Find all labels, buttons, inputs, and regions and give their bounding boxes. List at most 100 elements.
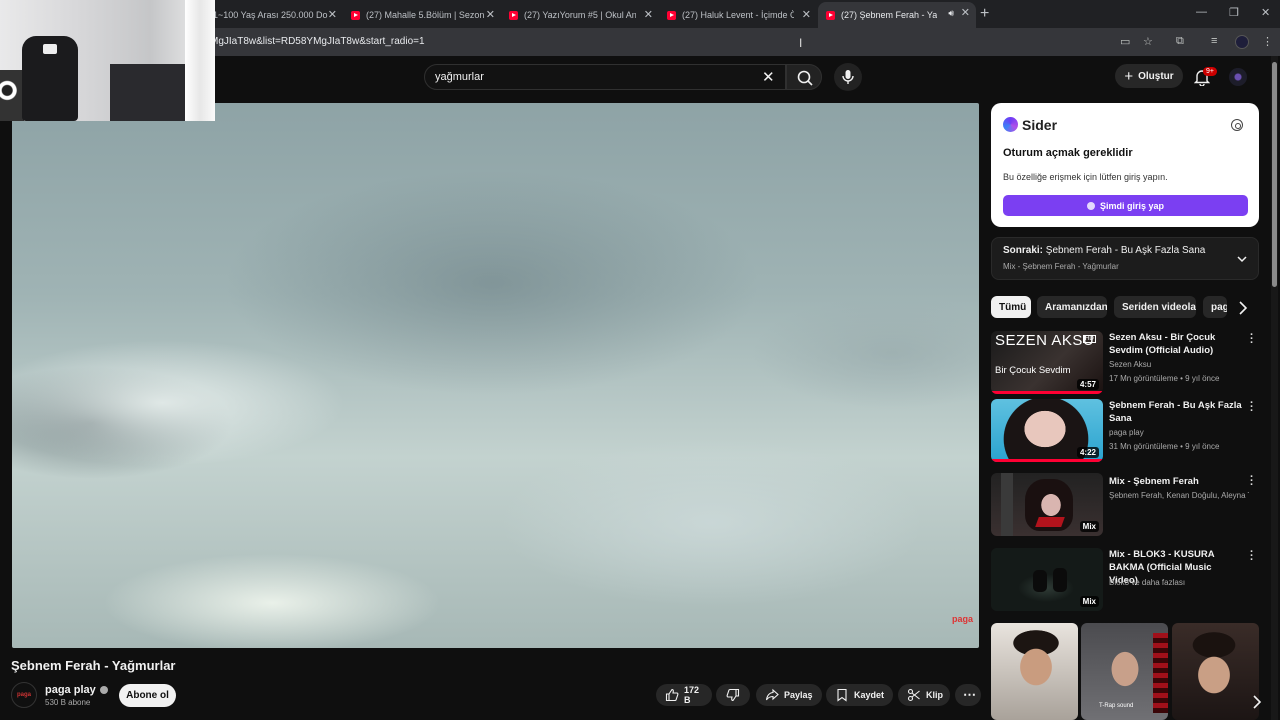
recommendation-item[interactable]: 4:22 Şebnem Ferah - Bu Aşk Fazla Sana pa…	[991, 398, 1259, 465]
tab-close-icon[interactable]: ✕	[486, 8, 495, 21]
chip-channel[interactable]: paga	[1203, 296, 1227, 318]
browser-tab[interactable]: 1~100 Yaş Arası 250.000 Do ✕	[205, 4, 343, 26]
bookmark-icon	[837, 688, 847, 702]
tab-close-icon[interactable]: ✕	[961, 6, 970, 19]
video-thumbnail[interactable]: 4:22	[991, 399, 1103, 462]
short-thumbnail[interactable]	[991, 623, 1078, 720]
thumbnail-red-accent	[1035, 517, 1065, 527]
browser-menu-icon[interactable]: ⋮	[1262, 35, 1273, 48]
browser-tab[interactable]: (27) Haluk Levent - İçimde Ölen ✕	[659, 4, 817, 26]
sider-login-button[interactable]: Şimdi giriş yap	[1003, 195, 1248, 216]
account-avatar[interactable]	[1229, 68, 1247, 86]
create-label: Oluştur	[1138, 70, 1174, 82]
create-button[interactable]: + Oluştur	[1115, 64, 1183, 88]
scrollbar-thumb[interactable]	[1272, 62, 1277, 287]
chevron-down-icon[interactable]	[1235, 252, 1249, 266]
video-thumbnail[interactable]: SEZEN AKSU Bir Çocuk Sevdim HD 4:57	[991, 331, 1103, 394]
text-cursor-icon: I	[799, 36, 803, 50]
channel-name-text: paga play	[45, 684, 96, 696]
chip-from-series[interactable]: Seriden videolar	[1114, 296, 1196, 318]
save-label: Kaydet	[854, 690, 885, 700]
chip-from-search[interactable]: Aramanızdan	[1037, 296, 1107, 318]
bookmark-star-icon[interactable]: ☆	[1143, 35, 1153, 48]
maximize-icon[interactable]: ❐	[1229, 6, 1239, 19]
search-button[interactable]	[786, 64, 822, 90]
extensions-icon[interactable]: ⧉	[1176, 35, 1184, 48]
save-button[interactable]: Kaydet	[826, 684, 893, 706]
video-thumbnail[interactable]: Mix	[991, 473, 1103, 536]
tab-title: 1~100 Yaş Arası 250.000 Do	[213, 10, 328, 20]
clip-label: Klip	[926, 690, 943, 700]
speaker-icon[interactable]: 🔊︎	[948, 8, 954, 19]
screen: 1~100 Yaş Arası 250.000 Do ✕ (27) Mahall…	[0, 0, 1280, 720]
clip-button[interactable]: Klip	[898, 684, 950, 706]
tab-close-icon[interactable]: ✕	[644, 8, 653, 21]
subscribe-button[interactable]: Abone ol	[119, 684, 176, 707]
thumbnail-stripe	[1153, 633, 1168, 713]
thumbs-down-icon	[726, 688, 740, 702]
chevron-right-icon[interactable]	[1236, 300, 1250, 316]
recommendation-channel[interactable]: Sezen Aksu	[1109, 360, 1249, 369]
sider-small-logo-icon	[1086, 201, 1095, 210]
mix-badge: Mix	[1079, 521, 1099, 532]
youtube-favicon-icon	[826, 10, 835, 20]
video-thumbnail[interactable]: Mix	[991, 548, 1103, 611]
tab-close-icon[interactable]: ✕	[802, 8, 811, 21]
more-vertical-icon[interactable]: · · ·	[1250, 398, 1254, 417]
recommendation-item[interactable]: Mix Mix - Şebnem Ferah Şebnem Ferah, Ken…	[991, 472, 1259, 539]
voice-search-button[interactable]	[834, 63, 862, 91]
plus-icon: +	[1124, 67, 1134, 85]
clear-search-icon[interactable]: ✕	[762, 68, 775, 86]
search-box	[424, 64, 786, 90]
upnext-video-title: Şebnem Ferah - Bu Aşk Fazla Sana	[1045, 245, 1206, 256]
close-window-icon[interactable]: ✕	[1261, 6, 1270, 19]
browser-tab[interactable]: (27) YazıYorum #5 | Okul Anıları ✕	[501, 4, 659, 26]
search-input[interactable]	[435, 65, 755, 89]
watched-progress-bar	[991, 391, 1103, 394]
thumbnail-figure	[1033, 570, 1047, 592]
more-vertical-icon[interactable]: · · ·	[1250, 472, 1254, 491]
short-thumbnail[interactable]: T-Rap sound	[1081, 623, 1168, 720]
browser-tab[interactable]: (27) Mahalle 5.Bölüm | Sezon 2 ✕	[343, 4, 501, 26]
upnext-label: Sonraki:	[1003, 245, 1044, 256]
settings-icon[interactable]	[1231, 119, 1243, 131]
browser-tab-active[interactable]: (27) Şebnem Ferah - Yağmurlar 🔊︎ ✕	[818, 2, 976, 28]
recommendation-channel[interactable]: Şebnem Ferah, Kenan Doğulu, Aleyna Til..…	[1109, 491, 1249, 500]
more-vertical-icon[interactable]: · · ·	[1250, 547, 1254, 566]
media-control-icon[interactable]: ≡	[1211, 35, 1217, 47]
channel-avatar[interactable]: paga	[11, 682, 37, 708]
dislike-button[interactable]	[716, 684, 750, 706]
profile-avatar[interactable]	[1235, 35, 1249, 49]
recommendation-channel[interactable]: paga play	[1109, 428, 1249, 437]
recommendation-title[interactable]: Sezen Aksu - Bir Çocuk Sevdim (Official …	[1109, 331, 1243, 357]
upnext-subtitle: Mix - Şebnem Ferah - Yağmurlar	[1003, 262, 1119, 271]
minimize-icon[interactable]: —	[1196, 6, 1207, 18]
hd-badge: HD	[1083, 335, 1096, 343]
more-vertical-icon[interactable]: · · ·	[1250, 330, 1254, 349]
more-horizontal-icon: ⋯	[963, 687, 976, 702]
recommendation-channel[interactable]: Blok3 ve daha fazlası	[1109, 578, 1249, 587]
share-button[interactable]: Paylaş	[756, 684, 822, 706]
like-button[interactable]: 172 B	[656, 684, 712, 706]
video-player[interactable]: paga	[12, 103, 979, 648]
upnext-panel[interactable]: Sonraki: Şebnem Ferah - Bu Aşk Fazla San…	[991, 237, 1259, 280]
tab-close-icon[interactable]: ✕	[328, 8, 337, 21]
webcam-chair-logo	[43, 44, 57, 54]
short-thumbnail[interactable]	[1172, 623, 1259, 720]
recommendation-title[interactable]: Mix - Şebnem Ferah	[1109, 475, 1243, 488]
chevron-right-icon[interactable]	[1250, 694, 1264, 710]
address-bar[interactable]: MgJIaT8w&list=RD58YMgJIaT8w&start_radio=…	[210, 31, 1110, 53]
channel-name[interactable]: paga play	[45, 684, 108, 696]
recommendation-title[interactable]: Şebnem Ferah - Bu Aşk Fazla Sana	[1109, 399, 1243, 425]
chip-all[interactable]: Tümü	[991, 296, 1031, 318]
more-actions-button[interactable]: ⋯	[955, 684, 981, 706]
recommendation-item[interactable]: SEZEN AKSU Bir Çocuk Sevdim HD 4:57 Seze…	[991, 330, 1259, 397]
sider-name: Sider	[1022, 117, 1058, 133]
new-tab-icon[interactable]: +	[980, 5, 989, 23]
cast-icon[interactable]: ▭	[1120, 35, 1130, 48]
share-icon	[765, 688, 779, 701]
scissors-icon	[907, 688, 920, 702]
like-count: 172 B	[684, 685, 700, 705]
recommendation-item[interactable]: Mix Mix - BLOK3 - KUSURA BAKMA (Official…	[991, 547, 1259, 614]
duration-badge: 4:22	[1076, 447, 1099, 458]
